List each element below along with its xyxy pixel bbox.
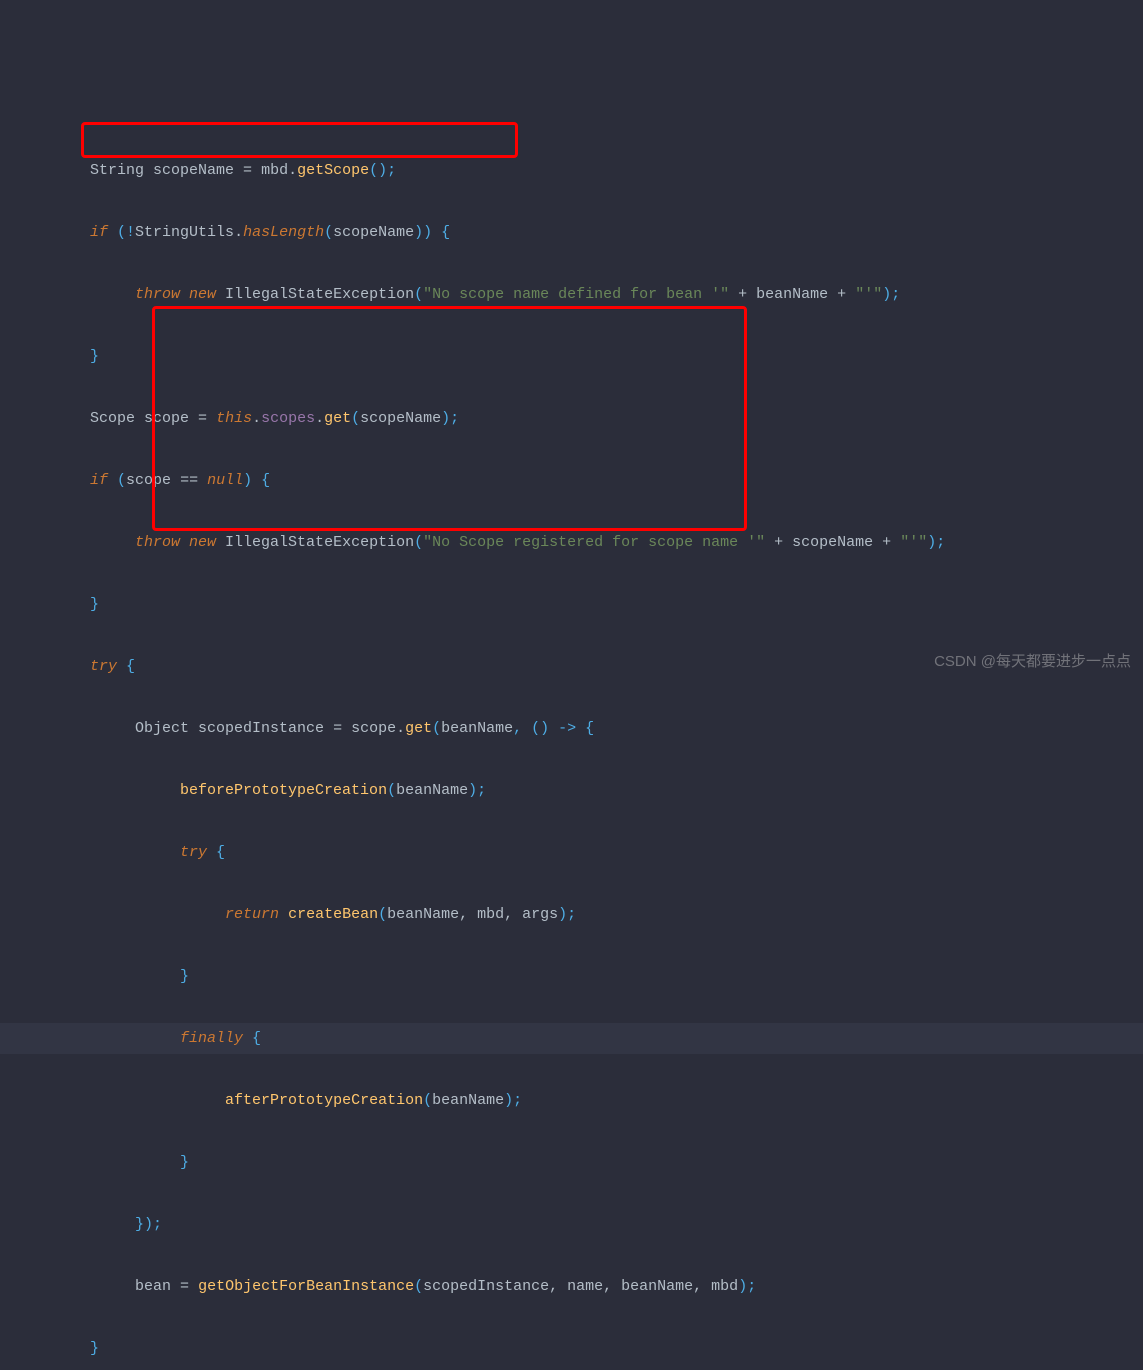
code-line: Scope scope = this.scopes.get(scopeName)… [0,403,1143,434]
code-line: finally { [0,1023,1143,1054]
code-line: try { [0,837,1143,868]
code-line: }); [0,1209,1143,1240]
code-line: bean = getObjectForBeanInstance(scopedIn… [0,1271,1143,1302]
code-line: beforePrototypeCreation(beanName); [0,775,1143,806]
code-line: return createBean(beanName, mbd, args); [0,899,1143,930]
code-line: } [0,1147,1143,1178]
code-editor[interactable]: String scopeName = mbd.getScope(); if (!… [0,124,1143,1370]
code-line: } [0,589,1143,620]
code-line: } [0,341,1143,372]
code-line: throw new IllegalStateException("No scop… [0,279,1143,310]
code-line: String scopeName = mbd.getScope(); [0,155,1143,186]
watermark: CSDN @每天都要进步一点点 [934,646,1131,677]
code-line: if (!StringUtils.hasLength(scopeName)) { [0,217,1143,248]
code-line: Object scopedInstance = scope.get(beanNa… [0,713,1143,744]
code-line: } [0,1333,1143,1364]
code-line: } [0,961,1143,992]
code-line: if (scope == null) { [0,465,1143,496]
code-line: afterPrototypeCreation(beanName); [0,1085,1143,1116]
code-line: throw new IllegalStateException("No Scop… [0,527,1143,558]
